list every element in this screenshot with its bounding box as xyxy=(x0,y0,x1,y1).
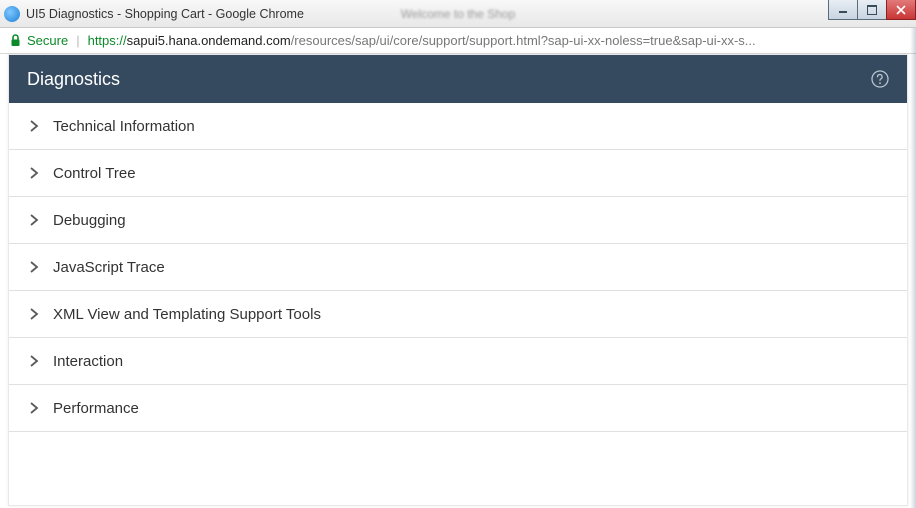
maximize-button[interactable] xyxy=(857,0,887,20)
app-icon xyxy=(4,6,20,22)
window-controls xyxy=(829,0,916,20)
secure-label: Secure xyxy=(27,33,68,48)
panel-label: Debugging xyxy=(53,212,126,229)
address-bar[interactable]: Secure | https://sapui5.hana.ondemand.co… xyxy=(0,28,916,54)
url-path: /resources/sap/ui/core/support/support.h… xyxy=(291,33,756,48)
chevron-right-icon xyxy=(27,166,41,180)
panel-label: JavaScript Trace xyxy=(53,259,165,276)
panel-label: Control Tree xyxy=(53,165,136,182)
url-scheme: https:// xyxy=(88,33,127,48)
background-window-title: Welcome to the Shop xyxy=(401,7,516,21)
chevron-right-icon xyxy=(27,354,41,368)
help-icon[interactable] xyxy=(871,70,889,88)
chevron-right-icon xyxy=(27,213,41,227)
page-title: Diagnostics xyxy=(27,69,120,90)
content-area: Diagnostics Technical Information Contro… xyxy=(8,54,908,506)
close-button[interactable] xyxy=(886,0,916,20)
panel-interaction[interactable]: Interaction xyxy=(9,338,907,385)
panel-label: Interaction xyxy=(53,353,123,370)
close-icon xyxy=(896,5,906,15)
chevron-right-icon xyxy=(27,307,41,321)
window-right-edge xyxy=(910,28,916,508)
chevron-right-icon xyxy=(27,119,41,133)
lock-icon xyxy=(10,34,21,47)
chevron-right-icon xyxy=(27,401,41,415)
window-title: UI5 Diagnostics - Shopping Cart - Google… xyxy=(26,7,304,21)
panel-xml-view-templating[interactable]: XML View and Templating Support Tools xyxy=(9,291,907,338)
panel-label: Performance xyxy=(53,400,139,417)
addressbar-separator: | xyxy=(76,33,79,48)
panel-label: Technical Information xyxy=(53,118,195,135)
minimize-button[interactable] xyxy=(828,0,858,20)
panel-control-tree[interactable]: Control Tree xyxy=(9,150,907,197)
app-header: Diagnostics xyxy=(9,55,907,103)
window-titlebar: UI5 Diagnostics - Shopping Cart - Google… xyxy=(0,0,916,28)
panel-label: XML View and Templating Support Tools xyxy=(53,306,321,323)
panel-debugging[interactable]: Debugging xyxy=(9,197,907,244)
chevron-right-icon xyxy=(27,260,41,274)
panel-technical-information[interactable]: Technical Information xyxy=(9,103,907,150)
panel-performance[interactable]: Performance xyxy=(9,385,907,432)
panel-javascript-trace[interactable]: JavaScript Trace xyxy=(9,244,907,291)
url-host: sapui5.hana.ondemand.com xyxy=(127,33,291,48)
